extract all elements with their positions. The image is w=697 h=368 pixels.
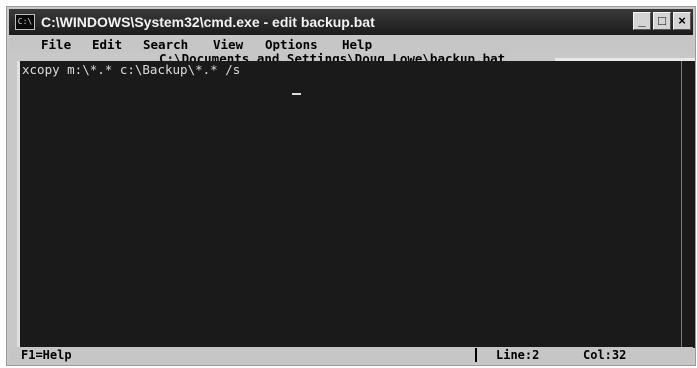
text-cursor (292, 93, 301, 95)
window-controls: _ □ × (633, 12, 691, 30)
editor-line[interactable]: xcopy m:\*.* c:\Backup\*.* /s (22, 63, 240, 77)
cmd-app-icon[interactable]: C:\ (15, 14, 35, 30)
maximize-button[interactable]: □ (653, 12, 671, 30)
close-button[interactable]: × (673, 12, 691, 30)
status-divider (475, 348, 477, 362)
cmd-window: C:\ C:\WINDOWS\System32\cmd.exe - edit b… (6, 6, 696, 366)
status-line: Line:2 (496, 348, 540, 362)
title-bar[interactable]: C:\ C:\WINDOWS\System32\cmd.exe - edit b… (9, 9, 693, 35)
status-col: Col:32 (583, 348, 627, 362)
menu-edit[interactable]: Edit (92, 37, 122, 53)
window-title: C:\WINDOWS\System32\cmd.exe - edit backu… (41, 14, 375, 30)
vertical-scrollbar[interactable] (681, 61, 695, 348)
status-help: F1=Help (21, 348, 72, 362)
status-bar: F1=Help Line:2 Col:32 (9, 347, 693, 363)
minimize-button[interactable]: _ (633, 12, 651, 30)
editor-area[interactable]: xcopy m:\*.* c:\Backup\*.* /s (17, 61, 681, 348)
menu-file[interactable]: File (41, 37, 71, 53)
